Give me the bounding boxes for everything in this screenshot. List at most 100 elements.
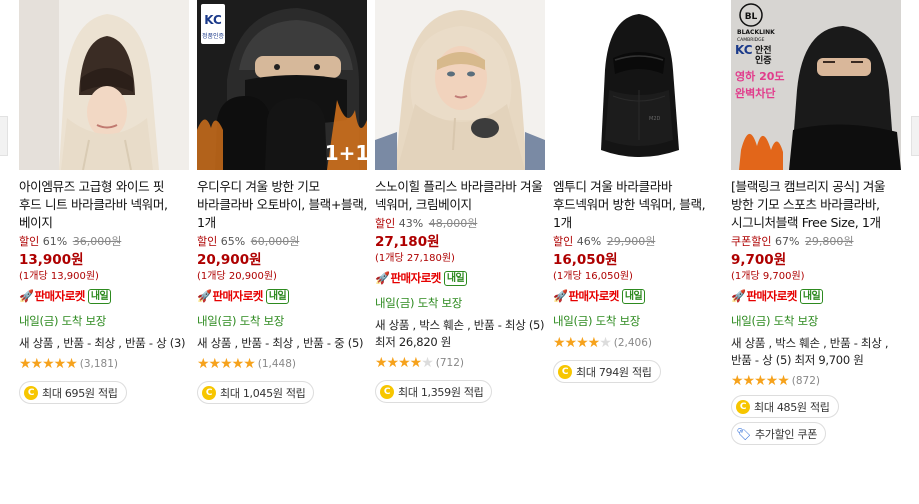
star-rating-icon: ★★★★★ xyxy=(19,356,78,372)
original-price: 60,000원 xyxy=(250,235,300,248)
original-price: 36,000원 xyxy=(72,235,122,248)
svg-text:KC: KC xyxy=(735,43,753,57)
rocket-icon: 🚀 xyxy=(197,289,212,303)
minus-20-badge: 영하 20도 xyxy=(735,69,785,83)
product-card[interactable]: KC 정품인증 1+1 우디우디 겨울 방한 기모 바라클라바 오토바이, 블랙… xyxy=(197,0,367,504)
carousel-prev-button[interactable] xyxy=(0,116,8,156)
reward-text: 최대 485원 적립 xyxy=(754,400,830,414)
reward-text: 최대 1,359원 적립 xyxy=(398,385,484,399)
discount-row: 할인 46% 29,900원 xyxy=(553,234,723,250)
discount-label: 할인 xyxy=(197,235,218,248)
star-rating-icon: ★★★★★ xyxy=(197,356,256,372)
tomorrow-badge: 내일 xyxy=(87,288,112,304)
condition-options: 새 상품 , 박스 훼손 , 반품 - 최상 (5) 최저 26,820 원 xyxy=(375,318,545,349)
rocket-label: 판매자로켓 xyxy=(568,289,619,303)
product-title[interactable]: 우디우디 겨울 방한 기모 바라클라바 오토바이, 블랙+블랙, 1개 xyxy=(197,178,367,232)
product-title[interactable]: 아이엠뮤즈 고급형 와이드 핏 후드 니트 바라클라바 넥워머, 베이지 xyxy=(19,178,189,232)
product-carousel: 아이엠뮤즈 고급형 와이드 핏 후드 니트 바라클라바 넥워머, 베이지 할인 … xyxy=(19,0,901,504)
product-image[interactable] xyxy=(375,0,545,170)
rating: ★★★★★ (1,448) xyxy=(197,356,367,372)
condition-options: 새 상품 , 반품 - 최상 , 반품 - 상 (3) xyxy=(19,336,186,350)
black-balaclava-mannequin-image: M2D xyxy=(553,0,723,170)
cream-fleece-balaclava-image xyxy=(375,0,545,170)
product-card[interactable]: BL BLACKLINK CAMBRIDGE KC 안전 인증 영하 20도 완… xyxy=(731,0,901,504)
unit-price: (1개당 20,900원) xyxy=(197,271,277,282)
sale-price: 9,700원 xyxy=(731,252,787,268)
reward-text: 최대 1,045원 적립 xyxy=(220,386,306,400)
reward-badge: C 최대 1,359원 적립 xyxy=(375,380,493,403)
discount-row: 쿠폰할인 67% 29,800원 xyxy=(731,234,901,250)
rocket-label: 판매자로켓 xyxy=(390,271,441,285)
star-rating-icon: ★★★★★ xyxy=(375,355,434,371)
arrival-guarantee: 내일(금) 도착 보장 xyxy=(19,314,107,328)
unit-price: (1개당 9,700원) xyxy=(731,271,805,282)
coin-icon: C xyxy=(558,364,572,379)
black-motorcycle-balaclava-image: KC 정품인증 1+1 xyxy=(197,0,367,170)
rocket-delivery-badge: 🚀 판매자로켓 내일 xyxy=(375,270,545,286)
rocket-delivery-badge: 🚀 판매자로켓 내일 xyxy=(197,288,367,304)
original-price: 29,800원 xyxy=(804,235,854,248)
svg-text:M2D: M2D xyxy=(649,116,660,122)
sale-price: 16,050원 xyxy=(553,252,618,268)
rating: ★★★★★ (2,406) xyxy=(553,335,723,351)
arrival-guarantee: 내일(금) 도착 보장 xyxy=(375,296,463,310)
reward-badge: C 최대 485원 적립 xyxy=(731,395,839,418)
rocket-label: 판매자로켓 xyxy=(212,289,263,303)
discount-percent: 43% xyxy=(398,217,424,230)
sale-price: 13,900원 xyxy=(19,252,84,268)
discount-label: 할인 xyxy=(19,235,40,248)
reward-badge: C 최대 695원 적립 xyxy=(19,381,127,404)
product-title[interactable]: 엠투디 겨울 바라클라바 후드넥워머 방한 넥워머, 블랙, 1개 xyxy=(553,178,723,232)
review-count: (1,448) xyxy=(257,358,297,370)
sale-price: 20,900원 xyxy=(197,252,262,268)
tomorrow-badge: 내일 xyxy=(621,288,646,304)
discount-label: 할인 xyxy=(375,217,396,230)
rocket-delivery-badge: 🚀 판매자로켓 내일 xyxy=(731,288,901,304)
discount-label: 할인 xyxy=(553,235,574,248)
svg-text:BL: BL xyxy=(745,12,758,22)
coin-icon: C xyxy=(24,385,38,400)
tomorrow-badge: 내일 xyxy=(265,288,290,304)
rocket-icon: 🚀 xyxy=(731,289,746,303)
discount-percent: 46% xyxy=(576,235,602,248)
reward-text: 최대 695원 적립 xyxy=(42,386,118,400)
product-card[interactable]: 아이엠뮤즈 고급형 와이드 핏 후드 니트 바라클라바 넥워머, 베이지 할인 … xyxy=(19,0,189,504)
blacklink-sport-balaclava-image: BL BLACKLINK CAMBRIDGE KC 안전 인증 영하 20도 완… xyxy=(731,0,901,170)
review-count: (3,181) xyxy=(79,358,119,370)
unit-price: (1개당 13,900원) xyxy=(19,271,99,282)
full-block-badge: 완벽차단 xyxy=(735,86,775,100)
coupon-tag-icon: 🏷 xyxy=(736,426,751,441)
unit-price: (1개당 27,180원) xyxy=(375,253,455,264)
rating: ★★★★★ (3,181) xyxy=(19,356,189,372)
condition-options: 새 상품 , 박스 훼손 , 반품 - 최상 , 반품 - 상 (5) 최저 9… xyxy=(731,336,889,367)
review-count: (2,406) xyxy=(613,337,653,349)
product-image[interactable]: BL BLACKLINK CAMBRIDGE KC 안전 인증 영하 20도 완… xyxy=(731,0,901,170)
arrival-guarantee: 내일(금) 도착 보장 xyxy=(197,314,285,328)
coin-icon: C xyxy=(736,399,750,414)
brand-logo-text: BLACKLINK xyxy=(737,29,775,36)
product-image[interactable]: M2D xyxy=(553,0,723,170)
product-image[interactable]: KC 정품인증 1+1 xyxy=(197,0,367,170)
rocket-delivery-badge: 🚀 판매자로켓 내일 xyxy=(553,288,723,304)
one-plus-one-overlay: 1+1 xyxy=(325,141,367,165)
sale-price: 27,180원 xyxy=(375,234,440,250)
discount-percent: 61% xyxy=(42,235,68,248)
discount-percent: 67% xyxy=(774,235,800,248)
extra-coupon-badge[interactable]: 🏷 추가할인 쿠폰 xyxy=(731,422,827,445)
condition-options: 새 상품 , 반품 - 최상 , 반품 - 중 (5) xyxy=(197,336,364,350)
rocket-icon: 🚀 xyxy=(19,289,34,303)
svg-text:안전: 안전 xyxy=(755,44,772,56)
product-image[interactable] xyxy=(19,0,189,170)
discount-row: 할인 65% 60,000원 xyxy=(197,234,367,250)
rocket-label: 판매자로켓 xyxy=(746,289,797,303)
carousel-next-button[interactable] xyxy=(911,116,919,156)
rocket-icon: 🚀 xyxy=(375,271,390,285)
kc-mark-icon: KC xyxy=(204,13,222,27)
product-card[interactable]: M2D 엠투디 겨울 바라클라바 후드넥워머 방한 넥워머, 블랙, 1개 할인… xyxy=(553,0,723,504)
product-title[interactable]: [블랙링크 캠브리지 공식] 겨울 방한 기모 스포츠 바라클라바, 시그니처블… xyxy=(731,178,901,232)
kc-cert-text: 정품인증 xyxy=(202,33,225,40)
product-card[interactable]: 스노이힐 플리스 바라클라바 겨울 넥워머, 크림베이지 할인 43% 48,0… xyxy=(375,0,545,504)
arrival-guarantee: 내일(금) 도착 보장 xyxy=(731,314,819,328)
product-title[interactable]: 스노이힐 플리스 바라클라바 겨울 넥워머, 크림베이지 xyxy=(375,178,545,214)
rating: ★★★★★ (872) xyxy=(731,373,901,389)
